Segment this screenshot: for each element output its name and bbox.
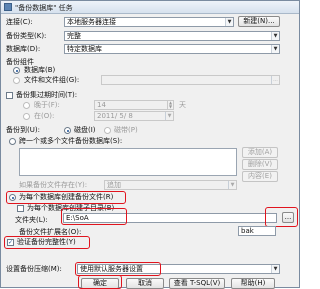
per-database-file-radio[interactable]: [9, 194, 16, 201]
compression-value: 使用默认服务器设置: [80, 265, 143, 273]
expiry-checkbox[interactable]: [6, 92, 13, 99]
new-connection-button[interactable]: 新建(N)...: [238, 16, 280, 27]
expire-after-days-input[interactable]: 14 ▲ ▼: [94, 100, 174, 110]
view-tsql-button[interactable]: 查看 T-SQL(V): [169, 278, 225, 289]
database-dropdown[interactable]: 特定数据库 ▼: [64, 44, 280, 54]
backup-type-value: 完整: [67, 32, 81, 40]
files-filegroups-field[interactable]: ...: [101, 75, 280, 85]
file-extension-label: 备份文件扩展名(O):: [19, 228, 82, 236]
backup-type-dropdown[interactable]: 完整 ▼: [64, 31, 280, 41]
tape-option-label: 磁带(P): [114, 126, 138, 134]
cancel-button[interactable]: 取消: [126, 278, 164, 289]
disk-radio[interactable]: [64, 127, 71, 134]
backup-across-files-radio[interactable]: [9, 138, 16, 145]
chevron-down-icon: ...: [271, 76, 279, 84]
browse-folder-button[interactable]: ...: [282, 212, 294, 223]
backup-type-label: 备份类型(K):: [6, 32, 47, 40]
connection-dropdown[interactable]: 本地服务器连接 ▼: [64, 17, 234, 27]
backup-to-label: 备份到(U):: [6, 126, 40, 134]
database-label: 数据库(D):: [6, 45, 41, 53]
files-option-label: 文件和文件组(G):: [24, 76, 80, 84]
chevron-down-icon: ▼: [271, 32, 279, 40]
verify-integrity-checkbox[interactable]: ✓: [7, 239, 14, 246]
connection-value: 本地服务器连接: [67, 18, 116, 26]
subdirectory-checkbox[interactable]: [17, 205, 24, 212]
add-file-button[interactable]: 添加(A): [242, 147, 278, 158]
expire-on-value: 2011/ 5/ 8: [97, 112, 133, 120]
remove-file-button[interactable]: 删除(V): [242, 159, 278, 170]
compression-label: 设置备份压缩(M):: [6, 265, 62, 273]
files-filegroups-radio[interactable]: [13, 77, 20, 84]
existing-file-dropdown[interactable]: 追加 ▼: [104, 180, 237, 190]
chevron-down-icon: ▼: [271, 45, 279, 53]
expire-after-radio[interactable]: [23, 102, 30, 109]
file-extension-input[interactable]: bak: [238, 226, 276, 236]
title-bar: "备份数据库" 任务: [1, 1, 299, 14]
days-label: 天: [179, 101, 186, 109]
folder-value: E:\SoA: [66, 214, 89, 222]
database-option-label: 数据库(B): [24, 66, 56, 74]
existing-file-value: 追加: [107, 181, 121, 189]
subdirectory-label: 为每个数据库创建子目录(B): [27, 204, 115, 212]
chevron-down-icon: ▼: [271, 265, 279, 273]
ok-button[interactable]: 确定: [81, 278, 119, 289]
expire-after-label: 晚于(F):: [34, 101, 60, 109]
expire-after-value: 14: [97, 101, 106, 109]
chevron-down-icon: ▼: [228, 181, 236, 189]
backup-files-list[interactable]: [19, 148, 237, 176]
expire-on-radio[interactable]: [23, 113, 30, 120]
backup-across-files-label: 跨一个或多个文件备份数据库(S):: [19, 137, 123, 145]
folder-input[interactable]: E:\SoA: [63, 213, 277, 223]
verify-integrity-label: 验证备份完整性(Y): [17, 238, 76, 246]
chevron-down-icon: ▼: [225, 18, 233, 26]
tape-radio[interactable]: [104, 127, 111, 134]
compression-dropdown[interactable]: 使用默认服务器设置 ▼: [77, 264, 280, 274]
expire-on-label: 在(O):: [34, 112, 55, 120]
folder-label: 文件夹(L):: [15, 216, 48, 224]
dialog-window: "备份数据库" 任务 连接(C): 本地服务器连接 ▼ 新建(N)... 备份类…: [0, 0, 300, 289]
disk-option-label: 磁盘(I): [74, 126, 96, 134]
database-value: 特定数据库: [67, 45, 102, 53]
per-database-file-label: 为每个数据库创建备份文件(R): [19, 193, 114, 201]
spinner-icon: ▲ ▼: [167, 100, 173, 109]
expiry-label: 备份集过期时间(T):: [16, 91, 78, 99]
database-radio[interactable]: [13, 67, 20, 74]
chevron-down-icon: ▼: [165, 112, 173, 120]
help-button[interactable]: 帮助(H): [231, 278, 275, 289]
file-extension-value: bak: [241, 227, 254, 235]
expire-on-date-input[interactable]: 2011/ 5/ 8 ▼: [94, 111, 174, 121]
existing-file-label: 如果备份文件存在(Y):: [19, 181, 88, 189]
task-icon: [4, 3, 12, 11]
window-title: "备份数据库" 任务: [15, 4, 73, 12]
connection-label: 连接(C):: [6, 18, 33, 26]
contents-button[interactable]: 内容(E): [242, 171, 278, 182]
